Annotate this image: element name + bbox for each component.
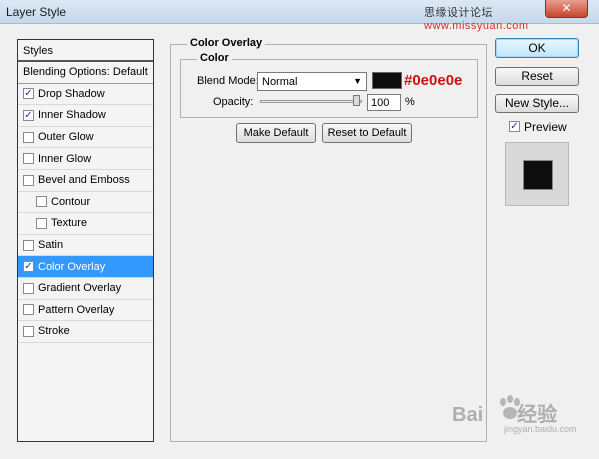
checkmark-icon: ✓	[24, 88, 33, 100]
styles-header[interactable]: Styles	[18, 40, 153, 62]
style-checkbox[interactable]	[23, 239, 34, 251]
style-item[interactable]: Stroke	[18, 321, 153, 343]
opacity-slider-track[interactable]	[260, 100, 362, 103]
style-checkbox[interactable]	[23, 174, 34, 186]
top-watermark-site: www.missyuan.com	[424, 20, 529, 32]
checkmark-icon: ✓	[24, 109, 33, 121]
color-overlay-group-title: Color Overlay	[187, 37, 266, 49]
styles-panel: Styles Blending Options: Default ✓ Drop S…	[17, 39, 154, 442]
baidu-site: jingyan.baidu.com	[504, 424, 577, 434]
reset-button[interactable]: Reset	[495, 67, 579, 86]
color-subgroup-title: Color	[197, 52, 232, 64]
style-checkbox[interactable]	[23, 282, 34, 294]
style-item[interactable]: Contour	[18, 192, 153, 214]
opacity-unit: %	[405, 96, 415, 108]
opacity-input[interactable]: 100	[367, 94, 401, 111]
style-checkbox[interactable]	[23, 131, 34, 143]
style-item[interactable]: Texture	[18, 213, 153, 235]
style-item-label: Texture	[51, 217, 88, 230]
ok-button[interactable]: OK	[495, 38, 579, 58]
preview-swatch	[523, 160, 553, 190]
style-checkbox[interactable]	[23, 153, 34, 165]
style-checkbox[interactable]: ✓	[23, 109, 34, 121]
new-style-button[interactable]: New Style...	[495, 94, 579, 113]
top-watermark-prefix: 思缘设计论坛	[424, 7, 493, 19]
blend-mode-value: Normal	[262, 76, 298, 88]
style-item[interactable]: ✓ Drop Shadow	[18, 84, 153, 106]
style-item[interactable]: Outer Glow	[18, 127, 153, 149]
swatch-hex-annotation: #0e0e0e	[404, 72, 463, 89]
style-checkbox[interactable]	[23, 325, 34, 337]
make-default-button[interactable]: Make Default	[236, 123, 316, 143]
style-checkbox[interactable]	[23, 304, 34, 316]
baidu-watermark: Bai 经验 jingyan.baidu.com	[452, 398, 577, 434]
style-item-label: Contour	[51, 195, 91, 208]
chevron-down-icon: ▼	[353, 76, 362, 86]
close-icon: ✕	[561, 1, 572, 15]
style-item[interactable]: Pattern Overlay	[18, 300, 153, 322]
close-button[interactable]: ✕	[545, 0, 588, 18]
style-item-label: Satin	[38, 239, 64, 252]
style-item-label: Stroke	[38, 325, 70, 338]
style-item[interactable]: Inner Glow	[18, 148, 153, 170]
style-checkbox[interactable]: ✓	[23, 88, 34, 100]
style-item-label: Color Overlay	[38, 260, 106, 273]
style-checkbox[interactable]	[36, 196, 47, 208]
blend-mode-label: Blend Mode:	[197, 75, 259, 87]
style-item[interactable]: ✓ Inner Shadow	[18, 105, 153, 127]
style-item-label: Inner Glow	[38, 152, 92, 165]
title-bar: Layer Style 思缘设计论坛 www.missyuan.com ✕	[0, 0, 599, 32]
overlay-color-swatch[interactable]	[372, 72, 402, 89]
style-item-label: Drop Shadow	[38, 87, 105, 100]
style-item-label: Inner Shadow	[38, 109, 106, 122]
preview-label: Preview	[524, 120, 567, 134]
baidu-brand-suffix: 经验	[517, 404, 558, 426]
checkmark-icon: ✓	[510, 121, 519, 132]
style-item[interactable]: Gradient Overlay	[18, 278, 153, 300]
checkmark-icon: ✓	[24, 261, 33, 273]
style-list: ✓ Drop Shadow ✓ Inner Shadow Outer Glow Inner…	[18, 84, 153, 343]
style-checkbox[interactable]: ✓	[23, 261, 34, 273]
reset-to-default-button[interactable]: Reset to Default	[322, 123, 412, 143]
style-item[interactable]: Bevel and Emboss	[18, 170, 153, 192]
style-item[interactable]: ✓ Color Overlay	[18, 256, 153, 278]
style-item[interactable]: Satin	[18, 235, 153, 257]
style-item-label: Outer Glow	[38, 131, 94, 144]
blend-mode-select[interactable]: Normal ▼	[257, 72, 367, 91]
style-checkbox[interactable]	[36, 217, 47, 229]
blending-options-item[interactable]: Blending Options: Default	[18, 62, 153, 84]
preview-checkbox[interactable]: ✓	[509, 121, 520, 132]
opacity-label: Opacity:	[213, 96, 254, 108]
style-item-label: Bevel and Emboss	[38, 174, 130, 187]
window-title: Layer Style	[6, 5, 67, 19]
style-preview	[505, 142, 569, 206]
baidu-brand: Bai	[452, 404, 484, 426]
style-item-label: Gradient Overlay	[38, 282, 122, 295]
style-item-label: Pattern Overlay	[38, 303, 115, 316]
opacity-slider-thumb[interactable]	[353, 95, 360, 106]
